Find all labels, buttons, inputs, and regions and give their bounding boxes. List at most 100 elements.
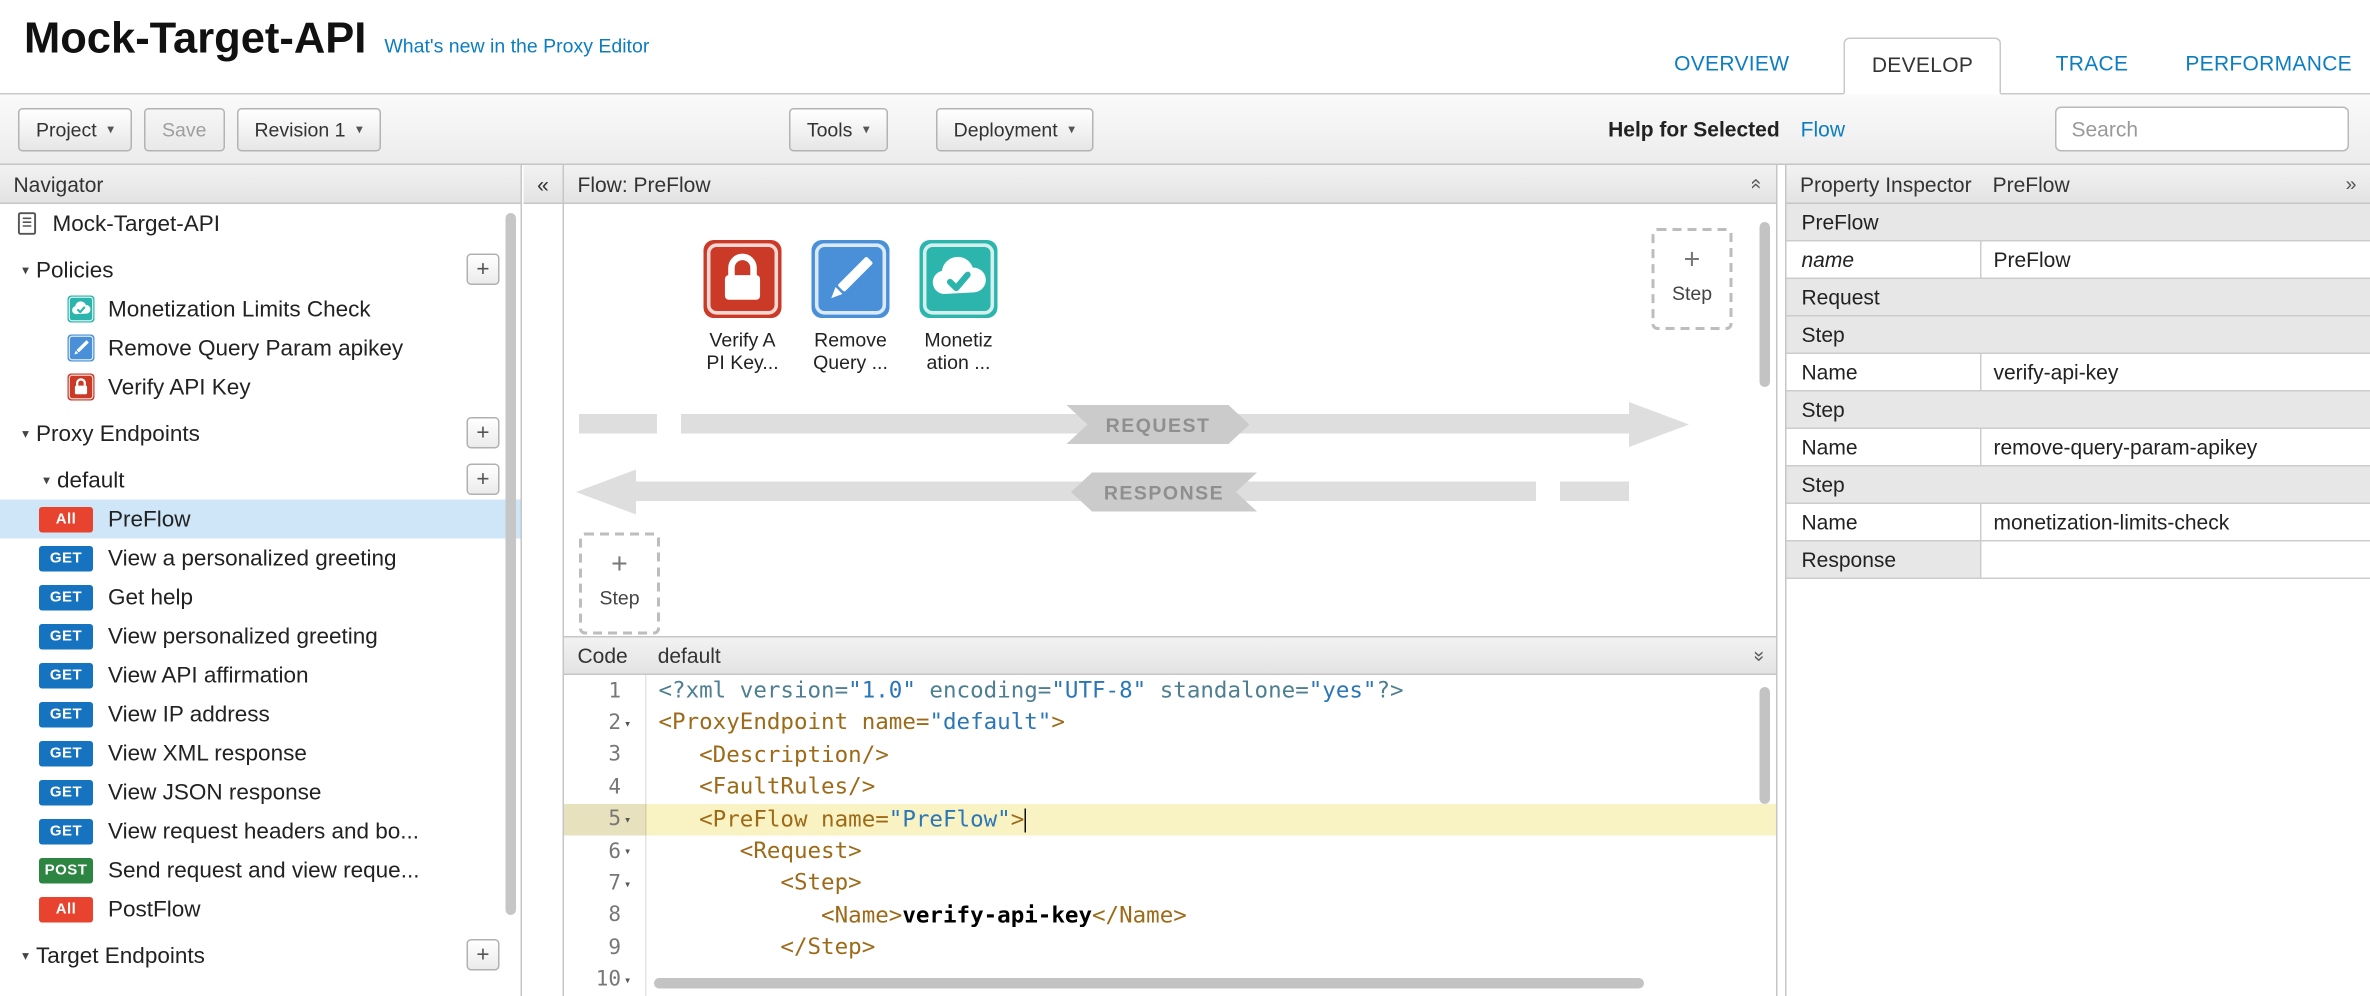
code-line[interactable]: 4 <FaultRules/>: [564, 771, 1776, 803]
code-vertical-scrollbar[interactable]: [1760, 687, 1771, 804]
code-line[interactable]: 7▾ <Step>: [564, 868, 1776, 900]
line-number-text: 10: [596, 968, 621, 992]
add-button[interactable]: +: [467, 417, 500, 449]
flow-policy-label-line: ation ...: [905, 351, 1013, 374]
nav-flow-view-personalized-greeting[interactable]: GETView personalized greeting: [0, 617, 521, 656]
code-line[interactable]: 5▾ <PreFlow name="PreFlow">: [564, 803, 1776, 835]
nav-flow-label: View XML response: [108, 740, 307, 766]
line-number: 8: [564, 900, 647, 932]
collapse-inspector-button[interactable]: »: [2346, 173, 2357, 196]
project-menu-button[interactable]: Project ▾: [18, 107, 132, 151]
tab-performance[interactable]: PERFORMANCE: [2182, 38, 2355, 94]
whats-new-link[interactable]: What's new in the Proxy Editor: [384, 35, 649, 58]
search-input[interactable]: [2055, 107, 2349, 152]
nav-group-default[interactable]: ▾default+: [0, 461, 521, 500]
inspector-value[interactable]: [1982, 542, 2370, 578]
fold-icon[interactable]: ▾: [624, 716, 641, 730]
nav-flow-label: View personalized greeting: [108, 623, 378, 649]
inspector-value[interactable]: remove-query-param-apikey: [1982, 429, 2370, 465]
save-button[interactable]: Save: [144, 107, 224, 151]
add-step-button-request[interactable]: + Step: [1652, 228, 1733, 330]
help-flow-link[interactable]: Flow: [1801, 117, 1845, 141]
collapse-navigator-button[interactable]: «: [524, 165, 563, 204]
code-tab-default[interactable]: default: [658, 644, 721, 668]
fold-icon[interactable]: ▾: [624, 813, 641, 827]
inspector-value[interactable]: monetization-limits-check: [1982, 504, 2370, 540]
tab-develop[interactable]: DEVELOP: [1843, 38, 2001, 95]
nav-flow-get-help[interactable]: GETGet help: [0, 578, 521, 617]
inspector-label: Name: [1787, 354, 1982, 390]
code-line[interactable]: 3 <Description/>: [564, 739, 1776, 771]
nav-section-proxy-endpoints[interactable]: ▾Proxy Endpoints+: [0, 414, 521, 453]
collapse-flow-button[interactable]: «: [1752, 173, 1763, 196]
nav-flow-view-request-headers-and-bo[interactable]: GETView request headers and bo...: [0, 812, 521, 851]
revision-menu-button[interactable]: Revision 1 ▾: [236, 107, 380, 151]
navigator-scrollbar[interactable]: [506, 213, 517, 915]
tab-overview[interactable]: OVERVIEW: [1671, 38, 1792, 94]
save-button-label: Save: [162, 118, 206, 141]
response-label: RESPONSE: [1071, 473, 1257, 512]
nav-policy-label: Verify API Key: [108, 374, 251, 400]
nav-section-label: Proxy Endpoints: [36, 421, 200, 447]
nav-flow-view-ip-address[interactable]: GETView IP address: [0, 695, 521, 734]
fold-icon[interactable]: ▾: [624, 845, 641, 859]
inspector-property: Namemonetization-limits-check: [1787, 504, 2370, 542]
nav-flow-preflow[interactable]: AllPreFlow: [0, 500, 521, 539]
method-badge: GET: [39, 818, 93, 844]
code-line[interactable]: 6▾ <Request>: [564, 835, 1776, 867]
chevron-double-up-icon: «: [1746, 178, 1769, 189]
nav-policy-remove-query-param-apikey[interactable]: Remove Query Param apikey: [0, 329, 521, 368]
line-number-text: 3: [608, 743, 621, 767]
nav-flow-label: View IP address: [108, 701, 270, 727]
add-button[interactable]: +: [467, 464, 500, 496]
code-text: </Step>: [647, 932, 1777, 964]
fold-icon[interactable]: ▾: [624, 973, 641, 987]
code-token: ?>: [1376, 677, 1403, 704]
inspector-value[interactable]: PreFlow: [1982, 242, 2370, 278]
nav-policy-monetization-limits-check[interactable]: Monetization Limits Check: [0, 290, 521, 329]
add-button[interactable]: +: [467, 254, 500, 286]
nav-flow-view-xml-response[interactable]: GETView XML response: [0, 734, 521, 773]
flow-policy-pencil[interactable]: RemoveQuery ...: [797, 240, 905, 374]
flow-policy-lock[interactable]: Verify API Key...: [689, 240, 797, 374]
nav-flow-view-a-personalized-greeting[interactable]: GETView a personalized greeting: [0, 539, 521, 578]
nav-flow-view-json-response[interactable]: GETView JSON response: [0, 773, 521, 812]
code-panel-title: Code: [578, 644, 628, 668]
nav-policy-label: Remove Query Param apikey: [108, 335, 403, 361]
code-line[interactable]: 2▾<ProxyEndpoint name="default">: [564, 707, 1776, 739]
fold-icon[interactable]: ▾: [624, 877, 641, 891]
tab-trace[interactable]: TRACE: [2053, 38, 2132, 94]
nav-flow-postflow[interactable]: All PostFlow: [0, 890, 521, 929]
method-badge: GET: [39, 779, 93, 805]
collapse-code-button[interactable]: «: [1752, 644, 1763, 667]
nav-section-policies[interactable]: ▾Policies+: [0, 251, 521, 290]
nav-flow-view-api-affirmation[interactable]: GETView API affirmation: [0, 656, 521, 695]
inspector-section-preflow: PreFlow: [1787, 204, 2370, 242]
method-badge: GET: [39, 662, 93, 688]
add-button[interactable]: +: [467, 939, 500, 971]
inspector-value[interactable]: verify-api-key: [1982, 354, 2370, 390]
request-label: REQUEST: [1067, 405, 1250, 444]
nav-flow-send-request-and-view-reque[interactable]: POSTSend request and view reque...: [0, 851, 521, 890]
code-line[interactable]: 9 </Step>: [564, 932, 1776, 964]
code-horizontal-scrollbar[interactable]: [654, 978, 1644, 989]
nav-section-target-endpoints[interactable]: ▾Target Endpoints+: [0, 936, 521, 975]
flow-scrollbar[interactable]: [1760, 222, 1771, 387]
code-text: <Request>: [647, 835, 1777, 867]
code-line[interactable]: 8 <Name>verify-api-key</Name>: [564, 900, 1776, 932]
tools-menu-button[interactable]: Tools ▾: [789, 107, 888, 151]
response-flow-line-gap: [1536, 482, 1560, 502]
nav-policy-verify-api-key[interactable]: Verify API Key: [0, 368, 521, 407]
method-badge: All: [39, 896, 93, 922]
flow-policy-monetization[interactable]: Monetization ...: [905, 240, 1013, 374]
page-title: Mock-Target-API: [24, 15, 366, 65]
toolbar: Project ▾ Save Revision 1 ▾ Tools ▾ Depl…: [0, 93, 2370, 165]
code-editor[interactable]: 1<?xml version="1.0" encoding="UTF-8" st…: [564, 675, 1776, 996]
project-menu-label: Project: [36, 118, 97, 141]
nav-flow-label: PostFlow: [108, 896, 201, 922]
code-line[interactable]: 1<?xml version="1.0" encoding="UTF-8" st…: [564, 675, 1776, 707]
nav-root-item[interactable]: Mock-Target-API: [0, 204, 521, 243]
code-token: <?xml version=: [659, 677, 849, 704]
deployment-menu-button[interactable]: Deployment ▾: [936, 107, 1093, 151]
add-step-button-response[interactable]: + Step: [579, 533, 660, 635]
